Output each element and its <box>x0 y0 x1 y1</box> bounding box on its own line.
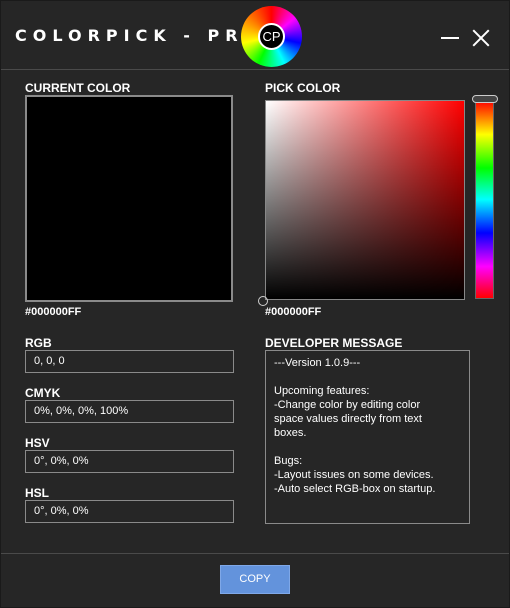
developer-message-box[interactable]: ---Version 1.0.9--- Upcoming features: -… <box>265 350 470 524</box>
developer-message-label: DEVELOPER MESSAGE <box>265 336 403 350</box>
cmyk-label: CMYK <box>25 386 61 400</box>
logo-text: CP <box>258 23 285 50</box>
dev-message-line <box>274 440 461 454</box>
titlebar[interactable]: COLORPICK - PRO CP <box>1 1 509 69</box>
app-title: COLORPICK - PRO <box>15 26 264 45</box>
picker-cursor-handle[interactable] <box>258 296 268 306</box>
dev-message-line: space values directly from text <box>274 413 422 425</box>
pick-color-hex: #000000FF <box>265 306 322 318</box>
hue-slider-handle[interactable] <box>472 95 498 103</box>
dev-message-line: ---Version 1.0.9--- <box>274 357 361 369</box>
hsv-input[interactable]: 0°, 0%, 0% <box>25 450 234 473</box>
rgb-input[interactable]: 0, 0, 0 <box>25 350 234 373</box>
hsl-input[interactable]: 0°, 0%, 0% <box>25 500 234 523</box>
close-icon[interactable] <box>471 28 491 48</box>
saturation-value-picker[interactable] <box>265 100 465 300</box>
current-color-swatch <box>25 95 233 302</box>
rgb-label: RGB <box>25 336 52 350</box>
color-wheel-logo-icon: CP <box>241 6 302 67</box>
colorpick-window: COLORPICK - PRO CP CURRENT COLOR #000000… <box>0 0 510 608</box>
current-color-label: CURRENT COLOR <box>25 81 131 95</box>
current-color-hex: #000000FF <box>25 306 82 318</box>
titlebar-divider <box>1 69 509 70</box>
dev-message-line: Upcoming features: <box>274 385 370 397</box>
hue-slider[interactable] <box>475 100 494 299</box>
dev-message-line: boxes. <box>274 427 307 439</box>
minimize-icon[interactable] <box>441 37 459 39</box>
hsv-label: HSV <box>25 436 50 450</box>
pick-color-label: PICK COLOR <box>265 81 341 95</box>
dev-message-line: -Auto select RGB-box on startup. <box>274 483 436 495</box>
dev-message-line <box>274 370 461 384</box>
cmyk-input[interactable]: 0%, 0%, 0%, 100% <box>25 400 234 423</box>
copy-button[interactable]: COPY <box>220 565 290 594</box>
dev-message-line: -Change color by editing color <box>274 399 421 411</box>
dev-message-line: -Layout issues on some devices. <box>274 469 434 481</box>
footer-divider <box>1 553 509 554</box>
hsl-label: HSL <box>25 486 49 500</box>
dev-message-line: Bugs: <box>274 455 303 467</box>
